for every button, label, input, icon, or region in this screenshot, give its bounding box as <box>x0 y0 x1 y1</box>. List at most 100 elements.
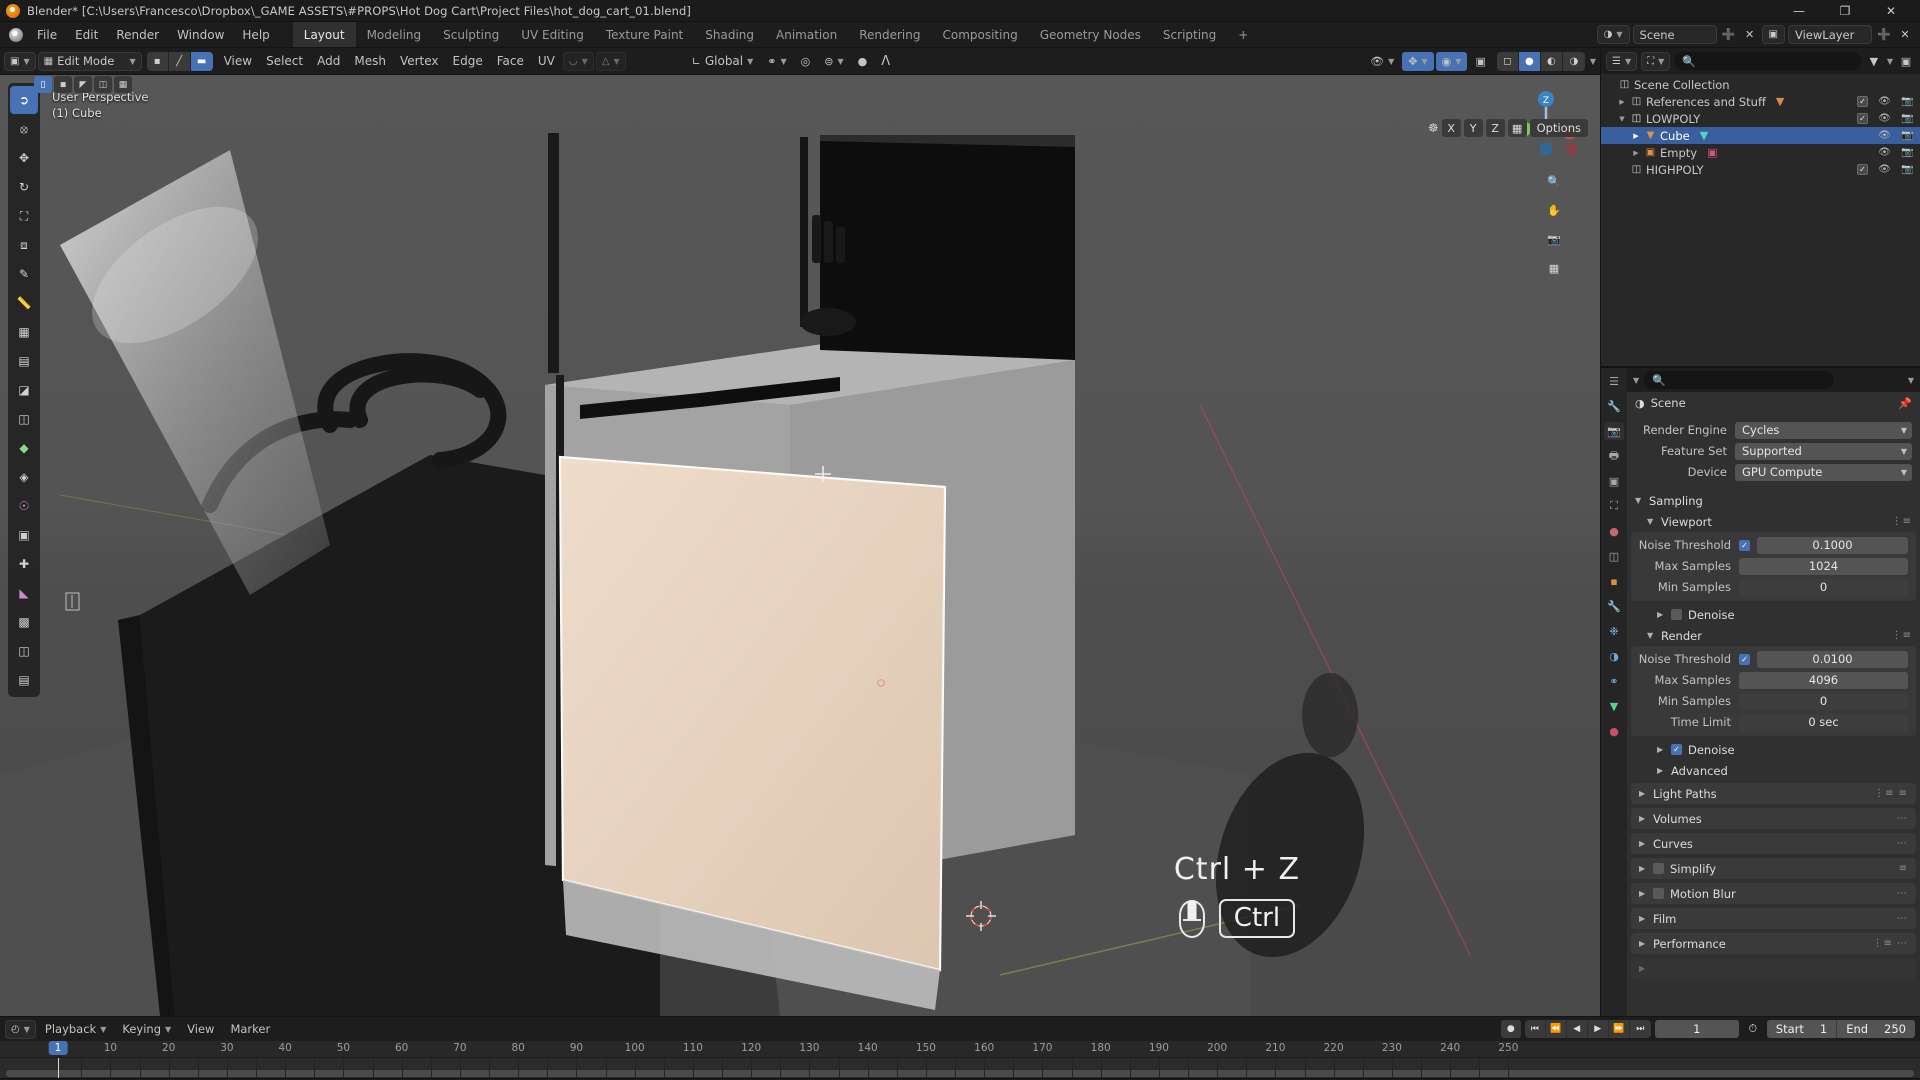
new-collection-icon[interactable]: ▣ <box>1897 52 1915 70</box>
properties-tab-modifier[interactable]: 🔧 <box>1604 597 1624 615</box>
workspace-tab-layout[interactable]: Layout <box>292 22 356 47</box>
stopwatch-icon[interactable]: ⏱ <box>1743 1020 1763 1038</box>
panel-render-denoise[interactable]: ▶ ✓ Denoise <box>1627 739 1920 760</box>
eye-icon[interactable]: 👁 <box>1878 95 1891 108</box>
next-keyframe-button[interactable]: ⏩ <box>1609 1020 1630 1038</box>
denoise-checkbox[interactable] <box>1671 609 1682 620</box>
viewport-menu-select[interactable]: Select <box>260 52 309 71</box>
object-visibility-toggle[interactable]: 👁 ▼ <box>1364 52 1400 71</box>
viewport-menu-uv[interactable]: UV <box>532 52 561 71</box>
workspace-tab-modeling[interactable]: Modeling <box>356 22 433 47</box>
scene-selector[interactable]: ◑ ▼ <box>1596 25 1630 44</box>
jump-start-button[interactable]: ⏮ <box>1525 1020 1546 1038</box>
outliner-tree[interactable]: ◫ Scene Collection ▶ ◫ References and St… <box>1601 74 1920 366</box>
properties-tab-constraints[interactable]: ⚭ <box>1604 672 1624 690</box>
poly-build-tool[interactable]: ◈ <box>10 463 38 491</box>
rendered-shading-icon[interactable]: ◑ <box>1562 51 1585 71</box>
loop-cut-tool[interactable]: ◫ <box>10 405 38 433</box>
camera-icon[interactable]: 📷 <box>1901 112 1914 125</box>
mirror-z-button[interactable]: Z <box>1485 119 1505 137</box>
panel-viewport-denoise[interactable]: ▶ Denoise <box>1627 604 1920 625</box>
select-mode-tweak[interactable]: ◫ <box>94 76 112 93</box>
mirror-x-button[interactable]: X <box>1441 119 1461 137</box>
viewlayer-selector[interactable]: ▣ <box>1761 25 1785 44</box>
expander-icon[interactable]: ▶ <box>1629 132 1643 140</box>
menu-edit[interactable]: Edit <box>66 22 107 47</box>
hand-pan-icon[interactable]: ✋ <box>1544 200 1564 220</box>
properties-tab-world[interactable]: ● <box>1604 522 1624 540</box>
expander-icon[interactable]: ▼ <box>1615 115 1629 123</box>
end-frame-field[interactable]: End 250 <box>1837 1020 1915 1038</box>
extrude-region-tool[interactable]: ▦ <box>10 318 38 346</box>
properties-body[interactable]: ▼ 🔍 ▼ ◑ Scene 📌 Render Engine Cycles ▼ F… <box>1627 368 1920 1016</box>
outliner-checkbox[interactable]: ✓ <box>1857 113 1868 124</box>
panel-sampling-render[interactable]: ▼ Render ⋮≡ <box>1627 625 1920 646</box>
workspace-tab-sculpting[interactable]: Sculpting <box>432 22 510 47</box>
chevron-down-icon[interactable]: ▼ <box>1908 376 1914 385</box>
transform-tool[interactable]: ⧈ <box>10 231 38 259</box>
eye-icon[interactable]: 👁 <box>1878 146 1891 159</box>
prev-keyframe-button[interactable]: ⏪ <box>1546 1020 1567 1038</box>
measure-tool[interactable]: 📏 <box>10 289 38 317</box>
camera-icon[interactable]: 📷 <box>1901 163 1914 176</box>
panel-light-paths[interactable]: ▶ Light Paths ⋮≡ ≡ <box>1631 783 1916 804</box>
grid-ortho-icon[interactable]: ▦ <box>1544 258 1564 278</box>
camera-icon[interactable]: 📷 <box>1901 129 1914 142</box>
minimize-button[interactable]: — <box>1776 0 1822 21</box>
expander-icon[interactable]: ▶ <box>1629 149 1643 157</box>
wireframe-shading-icon[interactable]: ◻ <box>1496 51 1519 71</box>
presets-icon[interactable]: ⋮≡ ⋯ <box>1872 938 1908 949</box>
outliner-row-references-and-stuff[interactable]: ▶ ◫ References and Stuff ▼ ✓ 👁 📷 <box>1601 93 1920 110</box>
outliner-row-scene-collection[interactable]: ◫ Scene Collection <box>1601 76 1920 93</box>
viewport-options-button[interactable]: Options <box>1529 119 1588 137</box>
edge-select-icon[interactable]: ╱ <box>168 51 191 71</box>
outliner-display-mode[interactable]: ⛶ ▼ <box>1641 51 1671 71</box>
panel-sampling-viewport[interactable]: ▼ Viewport ⋮≡ <box>1627 511 1920 532</box>
render-time-limit-field[interactable]: 0 sec <box>1739 713 1908 731</box>
inset-faces-tool[interactable]: ▤ <box>10 347 38 375</box>
extra-tool[interactable]: ▤ <box>10 666 38 694</box>
mirror-selector[interactable]: ⊜ ▼ <box>818 52 849 71</box>
transform-orientation-selector[interactable]: ∟ Global ▼ <box>686 52 760 71</box>
shear-tool[interactable]: ▩ <box>10 608 38 636</box>
pin-icon[interactable]: 📌 <box>1898 397 1912 410</box>
overlays-toggle[interactable]: ◉ ▼ <box>1435 51 1468 71</box>
panel-bake[interactable]: ▶ <box>1631 958 1916 979</box>
camera-icon[interactable]: 📷 <box>1901 146 1914 159</box>
workspace-tab-compositing[interactable]: Compositing <box>931 22 1028 47</box>
remove-viewlayer-icon[interactable]: ✕ <box>1896 26 1914 44</box>
mode-selector[interactable]: ▦ Edit Mode ▼ <box>37 51 142 71</box>
select-mode-circle[interactable]: ◾ <box>54 76 72 93</box>
topology-mirror-button[interactable]: ▦ <box>1507 119 1527 137</box>
outliner-checkbox[interactable]: ✓ <box>1857 96 1868 107</box>
noise-threshold-checkbox[interactable]: ✓ <box>1739 539 1750 551</box>
snap-toggle[interactable]: ⚭ ▼ <box>761 52 792 71</box>
camera-icon[interactable]: 📷 <box>1901 95 1914 108</box>
move-tool[interactable]: ✥ <box>10 144 38 172</box>
panel-render-advanced[interactable]: ▶ Advanced <box>1627 760 1920 781</box>
device-dropdown[interactable]: GPU Compute ▼ <box>1735 463 1912 481</box>
render-max-samples-field[interactable]: 4096 <box>1739 671 1908 689</box>
play-reverse-button[interactable]: ◀ <box>1567 1020 1588 1038</box>
properties-tab-viewlayer[interactable]: ▣ <box>1604 472 1624 490</box>
face-select-icon[interactable]: ▬ <box>190 51 213 71</box>
eye-icon[interactable]: 👁 <box>1878 129 1891 142</box>
vertex-select-icon[interactable]: ▪ <box>146 51 169 71</box>
rip-region-tool[interactable]: ◫ <box>10 637 38 665</box>
panel-film[interactable]: ▶ Film ⋯ <box>1631 908 1916 929</box>
knife-tool[interactable]: ◆ <box>10 434 38 462</box>
mesh-symmetry-icon[interactable]: ☸ <box>1428 121 1439 135</box>
properties-tab-particles[interactable]: ❉ <box>1604 622 1624 640</box>
viewport-menu-mesh[interactable]: Mesh <box>348 52 392 71</box>
viewport-menu-face[interactable]: Face <box>491 52 530 71</box>
workspace-tab-shading[interactable]: Shading <box>694 22 765 47</box>
viewport-menu-vertex[interactable]: Vertex <box>394 52 445 71</box>
panel-performance[interactable]: ▶ Performance ⋮≡ ⋯ <box>1631 933 1916 954</box>
properties-search-input[interactable]: 🔍 <box>1644 371 1835 389</box>
chevron-down-icon[interactable]: ▼ <box>1633 376 1639 385</box>
noise-threshold-checkbox[interactable]: ✓ <box>1739 653 1750 665</box>
outliner-row-cube[interactable]: ▶ ▼ Cube ▼ 👁 📷 <box>1601 127 1920 144</box>
outliner-editor-type[interactable]: ☰ ▼ <box>1606 51 1638 71</box>
properties-tab-render[interactable]: 📷 <box>1604 422 1624 440</box>
pivot-point-selector[interactable]: ◎ <box>795 52 817 71</box>
